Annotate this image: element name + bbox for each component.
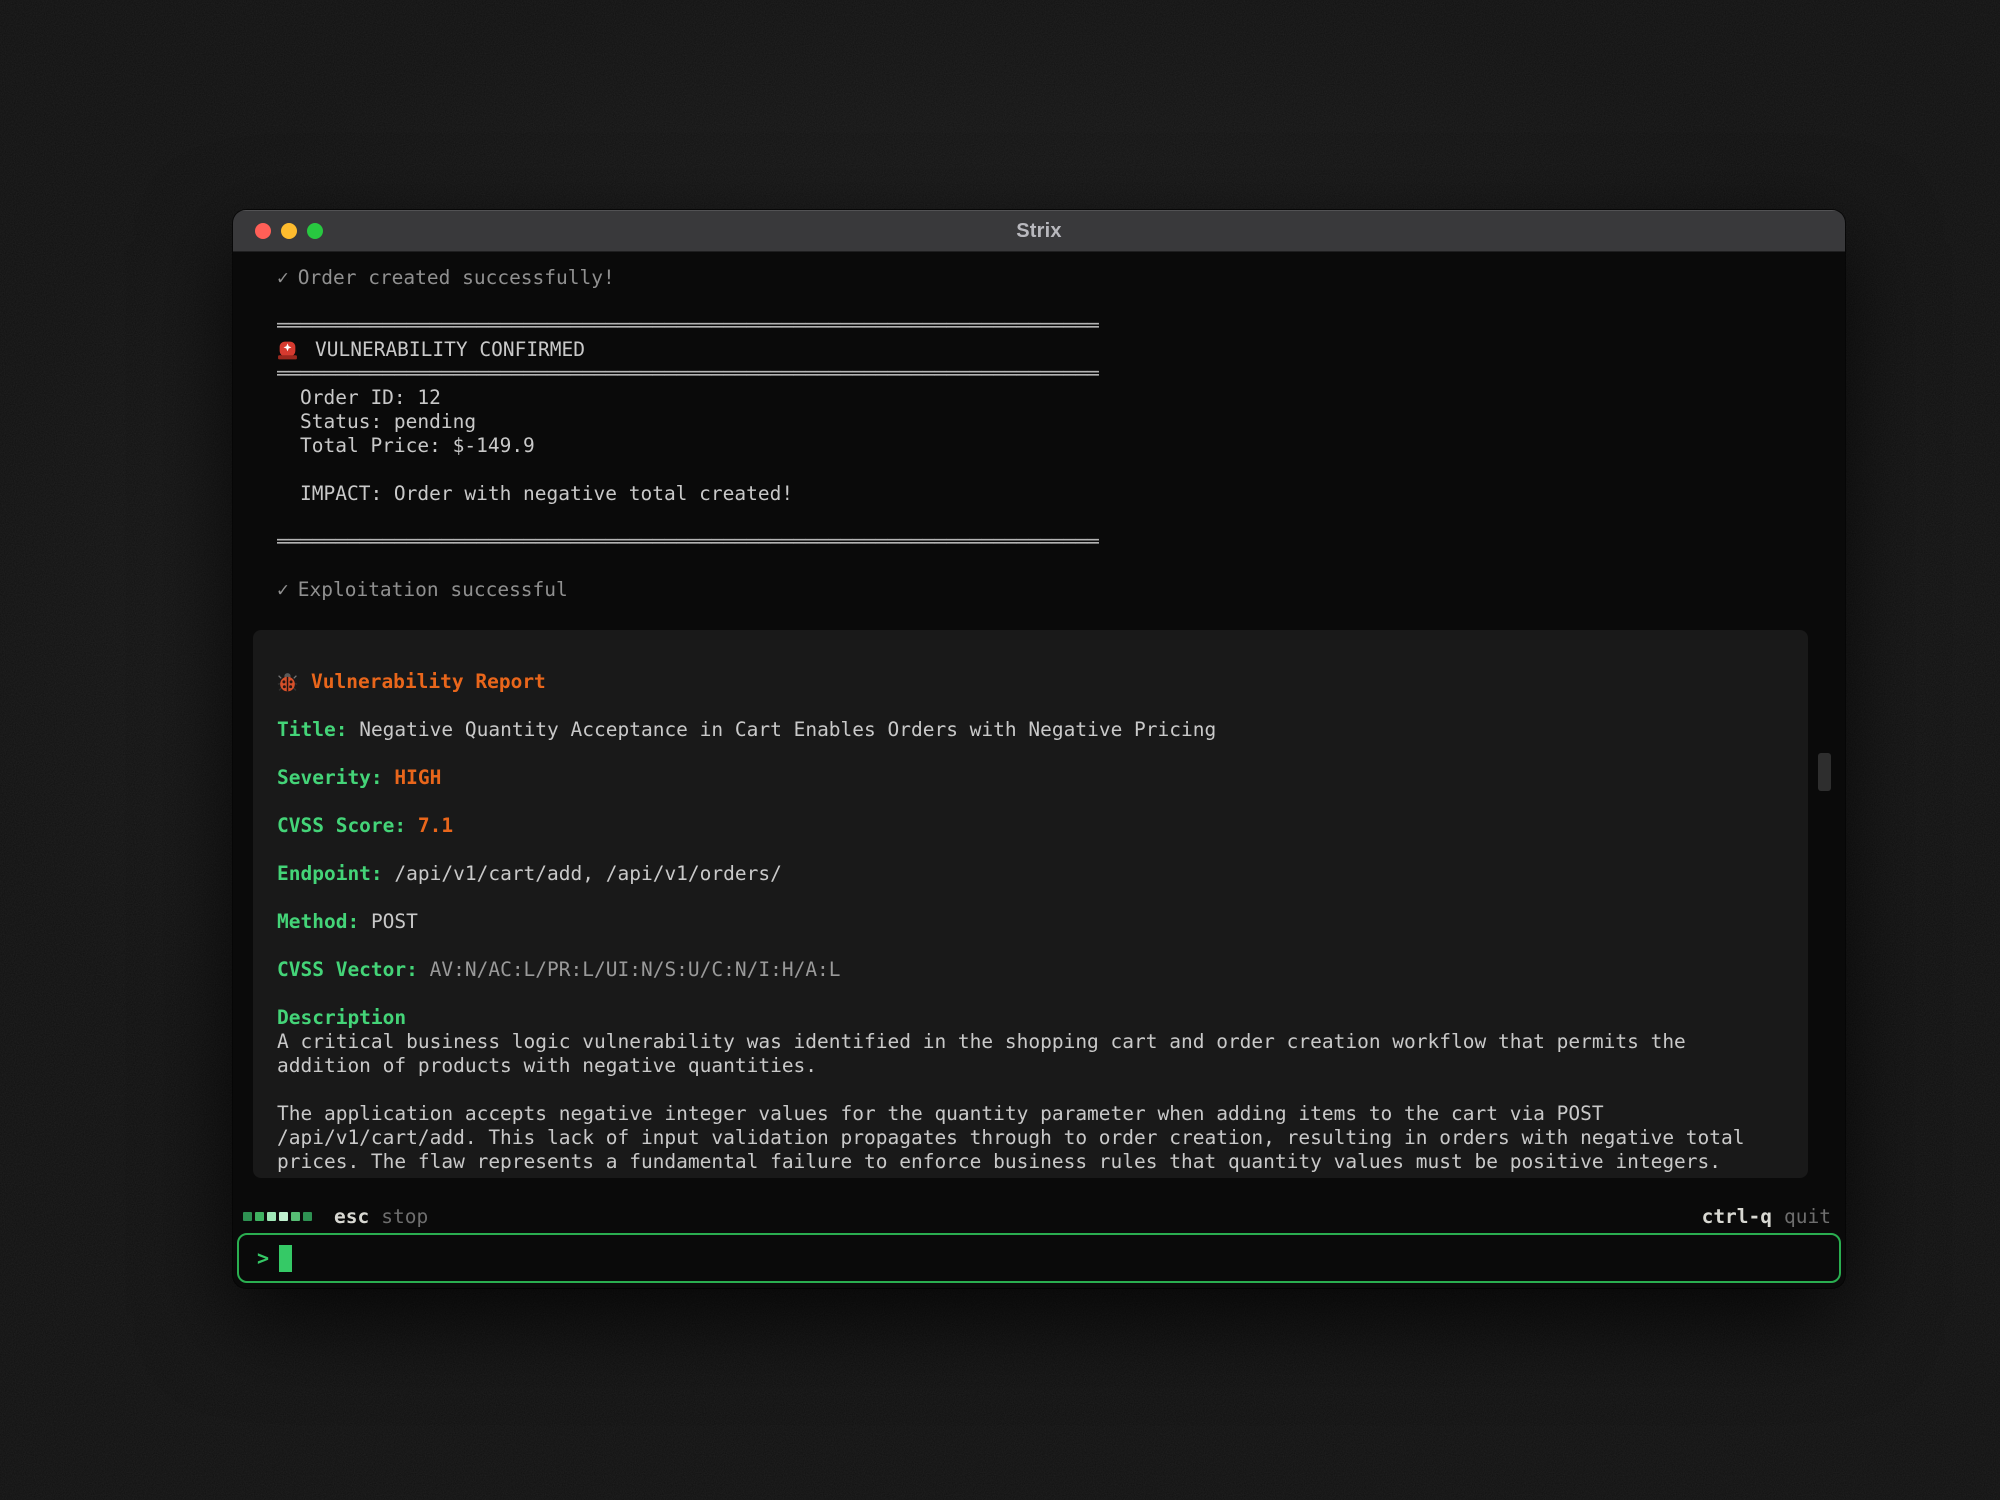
report-heading: Vulnerability Report <box>277 670 1784 694</box>
impact-line: IMPACT: Order with negative total create… <box>277 482 1805 506</box>
order-id-line: Order ID: 12 <box>277 386 1805 410</box>
report-field-cvss-score: CVSS Score: 7.1 <box>277 814 1784 838</box>
description-paragraph-1: A critical business logic vulnerability … <box>277 1030 1784 1078</box>
strix-terminal-window: Strix ✓ Order created successfully! ═════… <box>233 210 1845 1288</box>
cvss-vector-value: AV:N/AC:L/PR:L/UI:N/S:U/C:N/I:H/A:L <box>430 958 841 981</box>
status-line: Status: pending <box>277 410 1805 434</box>
field-label: CVSS Score: <box>277 814 406 837</box>
zoom-button[interactable] <box>307 223 323 239</box>
close-button[interactable] <box>255 223 271 239</box>
text-cursor <box>279 1245 292 1272</box>
total-price-line: Total Price: $-149.9 <box>277 434 1805 458</box>
vulnerability-confirmed-text: VULNERABILITY CONFIRMED <box>315 338 585 362</box>
terminal-output: ✓ Order created successfully! ═══════════… <box>277 266 1805 602</box>
minimize-button[interactable] <box>281 223 297 239</box>
separator-mid: ════════════════════════════════════════… <box>277 362 1805 386</box>
status-bar: esc stop ctrl-q quit <box>243 1202 1831 1230</box>
field-label: Severity: <box>277 766 383 789</box>
command-input[interactable]: > <box>237 1233 1841 1283</box>
report-field-severity: Severity: HIGH <box>277 766 1784 790</box>
vulnerability-report-panel: Vulnerability Report Title: Negative Qua… <box>253 630 1808 1178</box>
exploitation-line: ✓ Exploitation successful <box>277 578 1805 602</box>
vulnerability-confirmed-line: VULNERABILITY CONFIRMED <box>277 338 1805 362</box>
endpoint-value: /api/v1/cart/add, /api/v1/orders/ <box>394 862 781 885</box>
siren-icon <box>277 339 298 361</box>
description-heading: Description <box>277 1006 1784 1030</box>
severity-value: HIGH <box>394 766 441 789</box>
report-heading-text: Vulnerability Report <box>311 670 546 694</box>
esc-key-hint[interactable]: esc <box>334 1205 369 1228</box>
check-icon: ✓ <box>277 266 289 289</box>
cvss-score-value: 7.1 <box>418 814 453 837</box>
field-label: Endpoint: <box>277 862 383 885</box>
order-created-text: Order created successfully! <box>298 266 615 289</box>
field-label: CVSS Vector: <box>277 958 418 981</box>
bug-icon <box>277 671 298 693</box>
report-field-method: Method: POST <box>277 910 1784 934</box>
exploitation-text: Exploitation successful <box>298 578 568 601</box>
traffic-lights <box>255 223 323 239</box>
report-field-endpoint: Endpoint: /api/v1/cart/add, /api/v1/orde… <box>277 862 1784 886</box>
quit-action-label: quit <box>1784 1205 1831 1228</box>
field-label: Title: <box>277 718 347 741</box>
report-field-cvss-vector: CVSS Vector: AV:N/AC:L/PR:L/UI:N/S:U/C:N… <box>277 958 1784 982</box>
order-created-line: ✓ Order created successfully! <box>277 266 1805 290</box>
ctrl-q-key-hint[interactable]: ctrl-q <box>1702 1205 1772 1228</box>
description-paragraph-2: The application accepts negative integer… <box>277 1102 1784 1174</box>
separator-top: ════════════════════════════════════════… <box>277 314 1805 338</box>
field-value: Negative Quantity Acceptance in Cart Ena… <box>359 718 1216 741</box>
separator-bottom: ════════════════════════════════════════… <box>277 530 1805 554</box>
method-value: POST <box>371 910 418 933</box>
esc-action-label: stop <box>381 1205 428 1228</box>
window-titlebar[interactable]: Strix <box>233 210 1845 252</box>
activity-spinner <box>243 1212 312 1221</box>
scrollbar-thumb[interactable] <box>1818 753 1831 791</box>
field-label: Method: <box>277 910 359 933</box>
window-title: Strix <box>1016 220 1061 243</box>
check-icon: ✓ <box>277 578 289 601</box>
prompt-symbol: > <box>257 1246 269 1270</box>
report-field-title: Title: Negative Quantity Acceptance in C… <box>277 718 1784 742</box>
